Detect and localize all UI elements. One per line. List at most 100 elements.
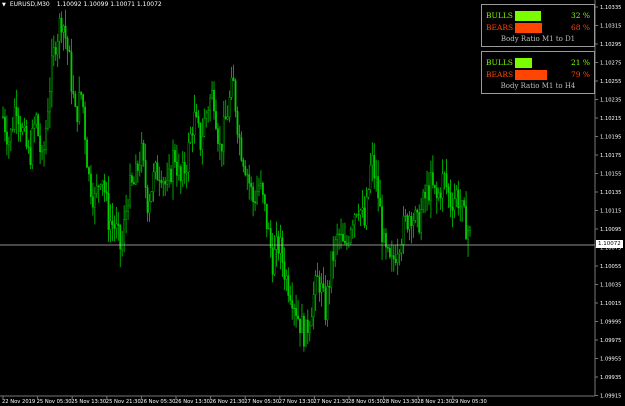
candle-body <box>154 162 157 173</box>
candle-body <box>2 116 4 118</box>
candle-body <box>193 111 196 136</box>
candle-body <box>209 97 212 111</box>
candle-body <box>170 168 172 183</box>
price-tick-label: 1.09995 <box>600 320 621 326</box>
candle-body <box>58 17 61 42</box>
candle-body <box>37 114 40 137</box>
candle-body <box>258 185 260 193</box>
price-tick-label: 1.10155 <box>600 172 621 178</box>
bulls-percent: 21 % <box>570 58 590 67</box>
candle-body <box>467 230 469 240</box>
candle-body <box>410 215 413 226</box>
candle-body <box>387 246 389 249</box>
price-tick-label: 1.10335 <box>600 5 621 11</box>
candle-body <box>207 110 210 114</box>
candle-body <box>367 189 370 198</box>
bears-bar <box>515 23 543 33</box>
candle-body <box>336 233 339 241</box>
candle-body <box>82 94 85 108</box>
price-tick-label: 1.10295 <box>600 42 621 48</box>
candle-body <box>304 319 307 347</box>
candle-body <box>72 91 75 95</box>
chart-header: ▼ EURUSD,M30 1.10092 1.10099 1.10071 1.1… <box>2 1 162 8</box>
candle-body <box>35 114 38 125</box>
panel-caption: Body Ratio M1 to D1 <box>500 35 576 43</box>
price-tick-label: 1.10175 <box>600 153 621 159</box>
candle-body <box>103 180 106 193</box>
candle-body <box>148 201 151 213</box>
candle-body <box>168 168 170 181</box>
candle-body <box>43 149 45 152</box>
body-ratio-panel-d1: BULLS 32 % BEARS 68 % Body Ratio M1 to D… <box>481 4 595 47</box>
time-tick-label: 28 Nov 21:30 <box>417 399 452 405</box>
candle-body <box>234 80 237 112</box>
candle-body <box>455 189 458 199</box>
candle-body <box>453 198 456 211</box>
candle-body <box>78 91 81 122</box>
candle-body <box>424 191 426 199</box>
dropdown-triangle-icon[interactable]: ▼ <box>2 2 6 8</box>
candle-body <box>50 55 53 92</box>
time-tick-label: 25 Nov 21:30 <box>106 399 141 405</box>
price-tick-label: 1.10255 <box>600 79 621 85</box>
candle-body <box>138 165 141 171</box>
candle-body <box>400 244 403 254</box>
candle-body <box>127 205 129 212</box>
candle-body <box>21 127 24 132</box>
candle-body <box>27 146 30 148</box>
candle-body <box>197 116 200 124</box>
candle-body <box>111 220 114 225</box>
candle-body <box>7 141 10 145</box>
candle-body <box>99 184 102 187</box>
candle-body <box>174 150 176 163</box>
candle-body <box>433 184 436 188</box>
candle-body <box>412 220 415 226</box>
candle-body <box>62 25 65 33</box>
candle-body <box>80 91 83 95</box>
candle-body <box>459 206 462 209</box>
candle-body <box>388 248 391 257</box>
bears-label: BEARS <box>486 23 514 32</box>
candle-body <box>74 93 77 107</box>
candle-body <box>131 175 133 183</box>
candle-body <box>330 251 333 288</box>
time-tick-label: 27 Nov 13:30 <box>279 399 314 405</box>
candle-body <box>134 163 137 185</box>
candle-body <box>115 223 118 229</box>
candle-body <box>162 180 165 184</box>
time-tick-label: 22 Nov 2019 <box>2 399 35 405</box>
candle-body <box>353 214 356 226</box>
candle-body <box>375 176 378 179</box>
candle-body <box>181 162 184 182</box>
candle-body <box>23 125 26 128</box>
price-tick-label: 1.09915 <box>600 394 621 400</box>
candle-body <box>422 191 425 210</box>
candle-body <box>205 112 208 119</box>
candle-body <box>47 111 49 129</box>
candle-body <box>177 166 180 176</box>
candle-body <box>312 294 315 317</box>
candle-body <box>90 173 92 197</box>
candle-body <box>230 77 233 98</box>
candle-body <box>93 192 96 208</box>
candle-body <box>11 129 14 131</box>
candle-body <box>246 174 249 176</box>
candle-body <box>201 136 204 150</box>
candle-body <box>271 247 274 275</box>
candle-body <box>291 300 294 309</box>
bulls-label: BULLS <box>486 11 513 20</box>
candle-body <box>469 227 471 231</box>
bears-bar <box>515 70 547 80</box>
candle-body <box>84 106 86 140</box>
time-tick-label: 25 Nov 13:30 <box>71 399 106 405</box>
candle-body <box>13 107 16 130</box>
candle-body <box>349 229 352 243</box>
candle-body <box>381 206 383 243</box>
candle-body <box>129 175 131 207</box>
candle-body <box>332 251 335 261</box>
time-tick-label: 27 Nov 21:30 <box>313 399 348 405</box>
candle-body <box>461 200 464 207</box>
candle-body <box>29 147 32 165</box>
candle-body <box>379 197 382 207</box>
candle-body <box>211 90 213 99</box>
